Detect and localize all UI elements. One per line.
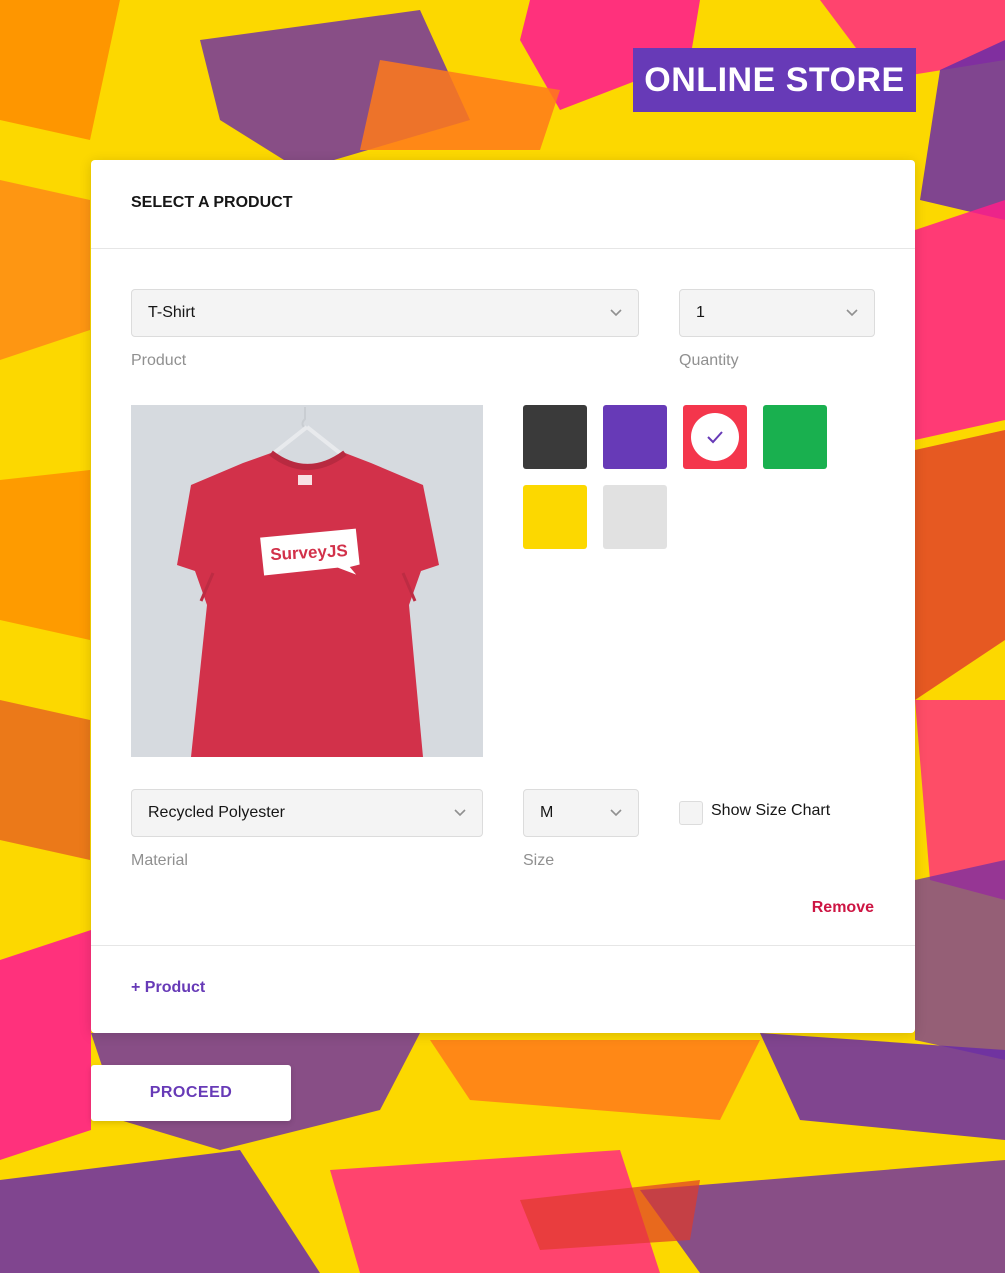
material-select-value: Recycled Polyester	[148, 804, 285, 821]
product-label: Product	[131, 352, 187, 369]
size-select[interactable]: M	[523, 789, 639, 837]
product-select[interactable]: T-Shirt	[131, 289, 639, 337]
remove-product-link[interactable]: Remove	[812, 899, 874, 917]
product-selection-card: SELECT A PRODUCT T-Shirt Product 1 Quant…	[91, 160, 915, 1033]
quantity-select[interactable]: 1	[679, 289, 875, 337]
color-swatch-red[interactable]	[683, 405, 747, 469]
size-label: Size	[523, 852, 555, 869]
color-swatch-light-gray[interactable]	[603, 485, 667, 549]
proceed-button[interactable]: PROCEED	[91, 1065, 291, 1121]
quantity-label: Quantity	[679, 352, 739, 369]
color-swatch-purple[interactable]	[603, 405, 667, 469]
show-size-chart-label[interactable]: Show Size Chart	[711, 802, 830, 820]
material-select[interactable]: Recycled Polyester	[131, 789, 483, 837]
checkmark-icon	[691, 413, 739, 461]
tshirt-illustration: SurveyJS	[131, 405, 483, 757]
card-title: SELECT A PRODUCT	[131, 194, 293, 211]
tshirt-logo-text: SurveyJS	[270, 541, 348, 564]
chevron-down-icon	[846, 309, 858, 317]
product-image: SurveyJS	[131, 405, 483, 757]
color-swatch-dark-gray[interactable]	[523, 405, 587, 469]
chevron-down-icon	[610, 809, 622, 817]
material-label: Material	[131, 852, 188, 869]
chevron-down-icon	[454, 809, 466, 817]
color-swatch-green[interactable]	[763, 405, 827, 469]
size-select-value: M	[540, 804, 554, 821]
quantity-select-value: 1	[696, 304, 705, 321]
product-select-value: T-Shirt	[148, 304, 196, 321]
footer-divider	[91, 945, 915, 946]
header-divider	[91, 248, 915, 249]
chevron-down-icon	[610, 309, 622, 317]
online-store-badge: ONLINE STORE	[633, 48, 916, 112]
show-size-chart-checkbox[interactable]	[679, 801, 703, 825]
add-product-button[interactable]: + Product	[131, 979, 205, 997]
color-swatch-yellow[interactable]	[523, 485, 587, 549]
